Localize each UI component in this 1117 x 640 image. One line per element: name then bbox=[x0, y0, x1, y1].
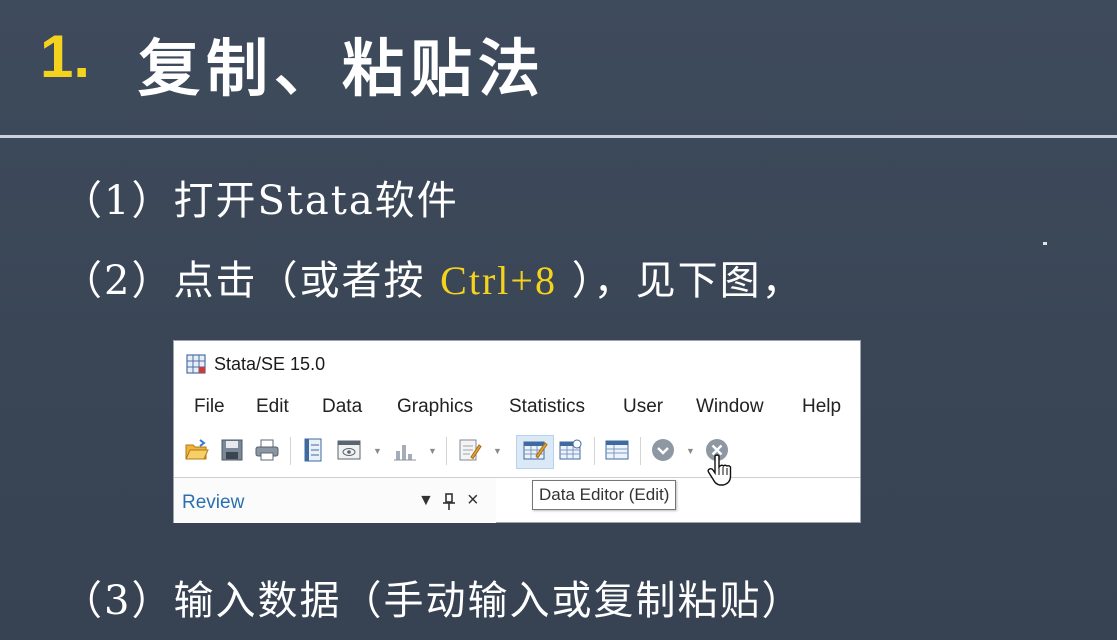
step-2-text: （2）点击（或者按 Ctrl+8 ），见下图， bbox=[62, 248, 804, 306]
main-area-border bbox=[496, 477, 860, 478]
close-icon[interactable]: × bbox=[467, 489, 479, 512]
graph-dropdown-icon[interactable]: ▼ bbox=[428, 446, 437, 456]
review-panel: Review ▼ × bbox=[174, 477, 496, 523]
save-icon[interactable] bbox=[219, 437, 245, 463]
do-file-editor-icon[interactable] bbox=[456, 437, 482, 463]
shortcut-highlight: Ctrl+8 bbox=[440, 258, 557, 303]
step-2-suffix: ），见下图， bbox=[571, 258, 804, 304]
slide-title: 复制、粘贴法 bbox=[138, 32, 547, 105]
viewer-dropdown-icon[interactable]: ▼ bbox=[373, 446, 382, 456]
menu-data[interactable]: Data bbox=[322, 396, 362, 418]
filter-icon[interactable]: ▼ bbox=[418, 492, 434, 510]
print-icon[interactable] bbox=[254, 437, 280, 463]
menu-graphics[interactable]: Graphics bbox=[397, 396, 473, 418]
data-editor-edit-icon[interactable] bbox=[522, 437, 548, 463]
window-title: Stata/SE 15.0 bbox=[214, 354, 326, 374]
toolbar-separator bbox=[594, 437, 595, 465]
stata-window-screenshot: Stata/SE 15.0 File Edit Data Graphics St… bbox=[174, 341, 860, 523]
toolbar-separator bbox=[290, 437, 291, 465]
tooltip: Data Editor (Edit) bbox=[532, 480, 677, 510]
menu-help[interactable]: Help bbox=[802, 396, 841, 418]
header-divider bbox=[0, 135, 1117, 138]
variables-manager-icon[interactable] bbox=[604, 437, 630, 463]
review-row: Review ▼ × bbox=[174, 475, 860, 523]
menu-file[interactable]: File bbox=[194, 396, 225, 418]
title-number: 1. bbox=[40, 23, 91, 90]
viewer-icon[interactable] bbox=[336, 437, 362, 463]
open-icon[interactable] bbox=[184, 437, 210, 463]
toolbar-separator bbox=[640, 437, 641, 465]
step-3-text: （3）输入数据（手动输入或复制粘贴） bbox=[62, 578, 804, 624]
toolbar: ▼ ▼ ▼ ▼ bbox=[174, 435, 860, 469]
stray-mark bbox=[1043, 242, 1047, 245]
pin-icon[interactable] bbox=[442, 493, 456, 511]
do-file-dropdown-icon[interactable]: ▼ bbox=[493, 446, 502, 456]
more-icon[interactable] bbox=[650, 437, 676, 463]
menu-statistics[interactable]: Statistics bbox=[509, 396, 585, 418]
slide-header: 1. 复制、粘贴法 bbox=[0, 0, 1117, 136]
review-panel-title: Review bbox=[182, 492, 245, 513]
menu-edit[interactable]: Edit bbox=[256, 396, 289, 418]
hand-cursor-icon bbox=[707, 454, 732, 486]
stata-title-bar: Stata/SE 15.0 bbox=[174, 341, 860, 387]
stata-app-icon bbox=[186, 354, 206, 374]
toolbar-separator bbox=[446, 437, 447, 465]
menu-user[interactable]: User bbox=[623, 396, 663, 418]
step-1-text: （1）打开Stata软件 bbox=[62, 178, 459, 224]
graph-icon[interactable] bbox=[392, 437, 418, 463]
more-dropdown-icon[interactable]: ▼ bbox=[686, 446, 695, 456]
data-editor-browse-icon[interactable] bbox=[558, 437, 584, 463]
step-2-prefix: （2）点击（或者按 bbox=[62, 258, 426, 304]
menu-window[interactable]: Window bbox=[696, 396, 764, 418]
log-icon[interactable] bbox=[300, 437, 326, 463]
